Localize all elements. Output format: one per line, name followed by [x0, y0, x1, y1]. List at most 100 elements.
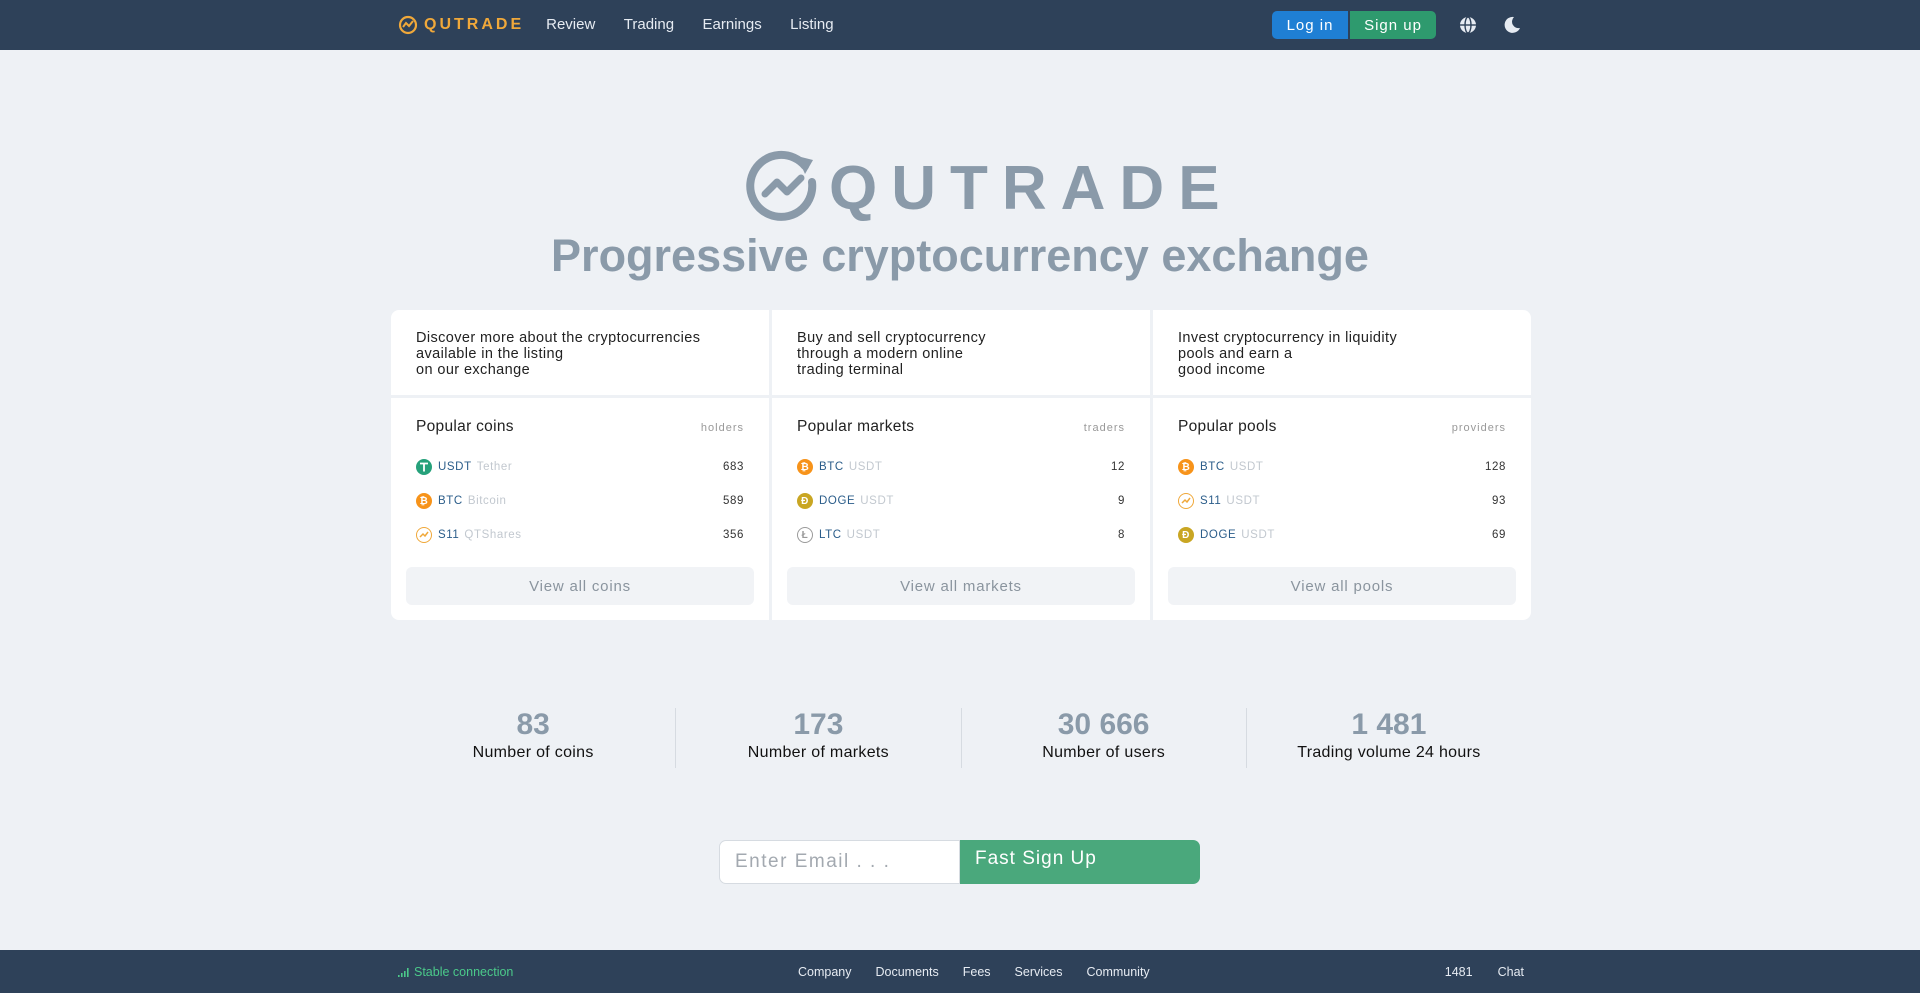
theme-toggle-button[interactable]: [1500, 13, 1524, 37]
stat-users: 30 666 Number of users: [960, 708, 1246, 768]
pool-symbol: DOGE: [1200, 529, 1237, 541]
pool-count: 93: [1492, 495, 1506, 507]
coin-symbol: BTC: [438, 495, 463, 507]
card-description: Invest cryptocurrency in liquidity pools…: [1153, 310, 1531, 398]
feature-cards: Discover more about the cryptocurrencies…: [391, 310, 1531, 620]
footer-link-company[interactable]: Company: [798, 965, 852, 979]
nav-trading[interactable]: Trading: [624, 16, 674, 33]
nav-review[interactable]: Review: [546, 16, 595, 33]
s11-icon: [416, 527, 432, 543]
footer-link-services[interactable]: Services: [1015, 965, 1063, 979]
litecoin-icon: Ł: [797, 527, 813, 543]
footer-link-community[interactable]: Community: [1086, 965, 1149, 979]
list-item[interactable]: Ł LTC USDT 8: [797, 518, 1125, 552]
bitcoin-icon: ₿: [416, 493, 432, 509]
stat-coins: 83 Number of coins: [391, 708, 675, 768]
list-item[interactable]: ₿ BTC USDT 128: [1178, 450, 1506, 484]
list-item[interactable]: ₿ BTC Bitcoin 589: [416, 484, 744, 518]
pool-quote: USDT: [1241, 529, 1275, 541]
footer-right: 1481 Chat: [1445, 965, 1524, 979]
fast-signup-form: Fast Sign Up: [719, 840, 1200, 884]
coin-symbol: S11: [438, 529, 460, 541]
tether-icon: [416, 459, 432, 475]
card-title: Popular coins: [416, 418, 514, 435]
bitcoin-icon: ₿: [797, 459, 813, 475]
card-description: Buy and sell cryptocurrency through a mo…: [772, 310, 1150, 398]
login-button[interactable]: Log in: [1272, 11, 1348, 39]
signup-button[interactable]: Sign up: [1350, 11, 1436, 39]
stat-label: Number of users: [1042, 744, 1165, 761]
market-symbol: BTC: [819, 461, 844, 473]
top-navbar: QUTRADE Review Trading Earnings Listing …: [0, 0, 1920, 50]
footer-count: 1481: [1444, 964, 1473, 979]
stat-label: Trading volume 24 hours: [1297, 744, 1481, 761]
qutrade-logo-icon: [746, 150, 817, 221]
market-quote: USDT: [846, 529, 881, 541]
main-nav: Review Trading Earnings Listing: [546, 16, 857, 34]
list-item[interactable]: USDT Tether 683: [416, 450, 744, 484]
coin-count: 356: [723, 529, 744, 541]
coin-name: Tether: [476, 461, 513, 473]
card-column-label: providers: [1451, 422, 1506, 434]
list-item[interactable]: S11 QTShares 356: [416, 518, 744, 552]
market-count: 12: [1111, 461, 1125, 473]
card-description: Discover more about the cryptocurrencies…: [391, 310, 769, 398]
card-title: Popular pools: [1178, 418, 1277, 435]
coin-name: QTShares: [464, 529, 522, 541]
connection-text: Stable connection: [414, 964, 514, 979]
coins-card: Discover more about the cryptocurrencies…: [391, 310, 769, 620]
stat-value: 30 666: [1057, 708, 1150, 741]
footer-bar: Stable connection Company Documents Fees…: [0, 950, 1920, 993]
brand-logo[interactable]: QUTRADE: [398, 15, 524, 35]
doge-icon: Ð: [797, 493, 813, 509]
nav-listing[interactable]: Listing: [790, 16, 833, 33]
hero-brand-name: QUTRADE: [829, 153, 1234, 223]
coin-count: 589: [723, 495, 744, 507]
stat-label: Number of coins: [472, 744, 594, 761]
card-column-label: holders: [700, 422, 744, 434]
stat-volume: 1 481 Trading volume 24 hours: [1245, 708, 1531, 768]
view-all-coins-button[interactable]: View all coins: [406, 567, 754, 605]
signal-icon: [398, 967, 409, 977]
coin-name: Bitcoin: [467, 495, 507, 507]
market-quote: USDT: [848, 461, 883, 473]
footer-links: Company Documents Fees Services Communit…: [798, 965, 1150, 979]
bitcoin-icon: ₿: [1178, 459, 1194, 475]
coin-count: 683: [723, 461, 744, 473]
s11-icon: [1178, 493, 1194, 509]
markets-card: Buy and sell cryptocurrency through a mo…: [772, 310, 1150, 620]
pool-symbol: BTC: [1200, 461, 1225, 473]
footer-link-documents[interactable]: Documents: [876, 965, 939, 979]
list-item[interactable]: Ð DOGE USDT 9: [797, 484, 1125, 518]
email-input[interactable]: [719, 840, 960, 884]
hero-logo: QUTRADE: [745, 150, 1234, 226]
view-all-markets-button[interactable]: View all markets: [787, 567, 1135, 605]
list-item[interactable]: S11 USDT 93: [1178, 484, 1506, 518]
hero-tagline: Progressive cryptocurrency exchange: [551, 230, 1369, 281]
globe-icon: [1460, 16, 1476, 34]
moon-icon: [1504, 16, 1520, 33]
pool-quote: USDT: [1229, 461, 1264, 473]
qutrade-logo-icon: [398, 15, 418, 35]
chat-link[interactable]: Chat: [1498, 965, 1524, 979]
pool-symbol: S11: [1200, 495, 1222, 507]
fast-signup-button[interactable]: Fast Sign Up: [960, 840, 1200, 884]
footer-link-fees[interactable]: Fees: [963, 965, 991, 979]
stat-value: 173: [793, 708, 844, 741]
list-item[interactable]: ₿ BTC USDT 12: [797, 450, 1125, 484]
nav-earnings[interactable]: Earnings: [703, 16, 762, 33]
stat-value: 83: [516, 708, 550, 741]
pool-count: 128: [1485, 461, 1506, 473]
stats-bar: 83 Number of coins 173 Number of markets…: [391, 708, 1531, 768]
card-title: Popular markets: [797, 418, 915, 435]
pools-card: Invest cryptocurrency in liquidity pools…: [1153, 310, 1531, 620]
market-count: 8: [1118, 529, 1125, 541]
pool-count: 69: [1492, 529, 1506, 541]
language-button[interactable]: [1456, 13, 1480, 37]
view-all-pools-button[interactable]: View all pools: [1168, 567, 1516, 605]
doge-icon: Ð: [1178, 527, 1194, 543]
stat-label: Number of markets: [747, 744, 889, 761]
stat-markets: 173 Number of markets: [675, 708, 960, 768]
list-item[interactable]: Ð DOGE USDT 69: [1178, 518, 1506, 552]
pool-quote: USDT: [1226, 495, 1261, 507]
